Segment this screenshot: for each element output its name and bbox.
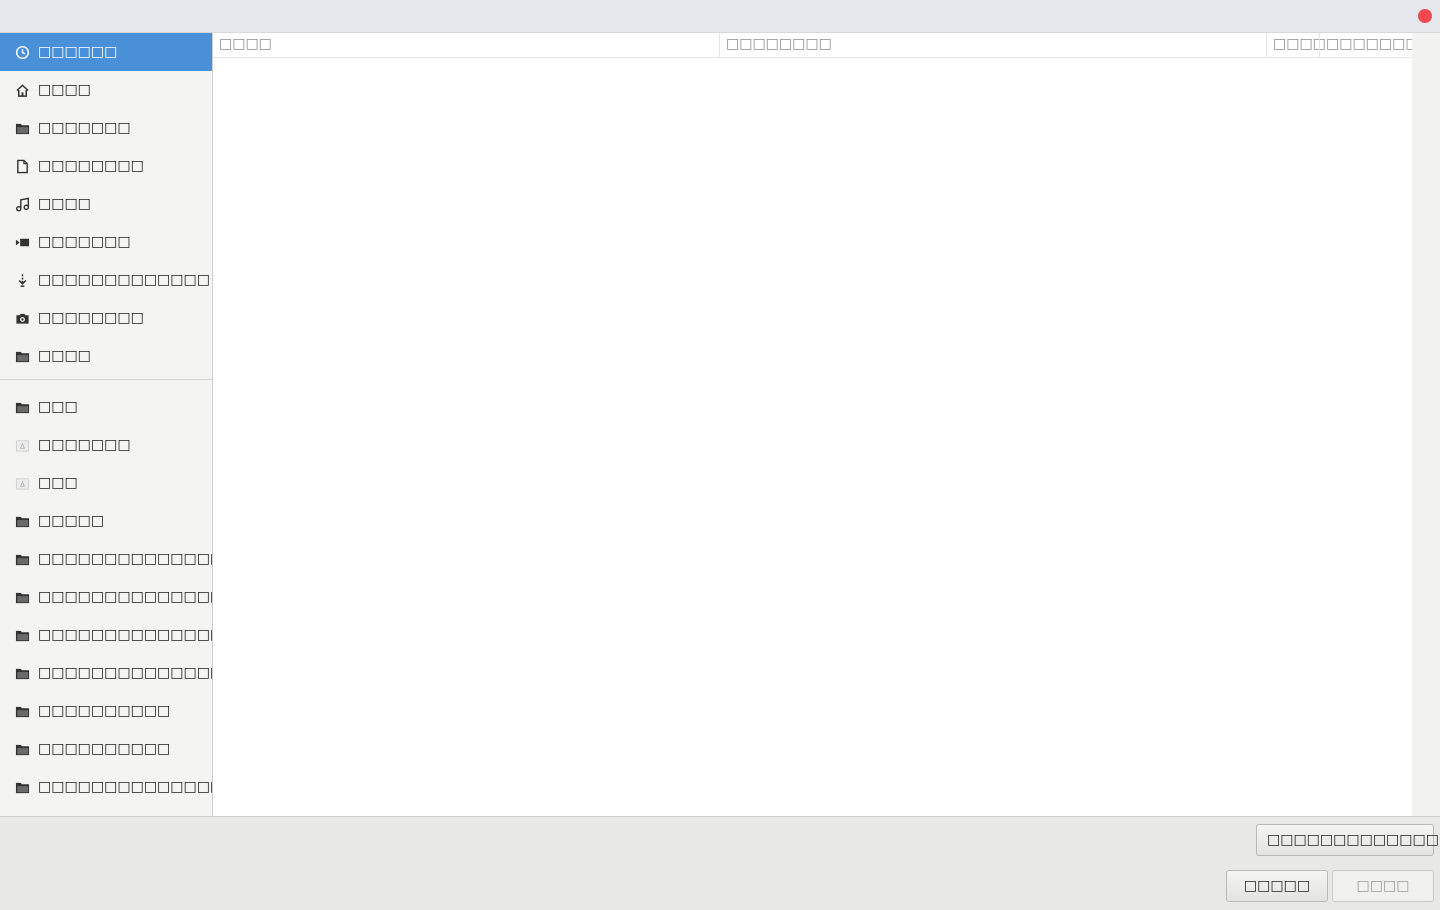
sidebar-item-label: □□□□: [38, 348, 91, 364]
close-icon[interactable]: [1418, 9, 1432, 23]
sidebar-bookmark-9[interactable]: □□□□□□□□□□: [0, 730, 212, 768]
folder-icon: [14, 627, 30, 643]
sidebar-item-label: □□□□□□□: [38, 120, 131, 136]
sidebar-item-label: □□□□□□□□□□: [38, 703, 171, 719]
sidebar-item-label: □□□□□□□□□□□□□□□: [38, 551, 212, 567]
sidebar-item-label: □□□□□□: [38, 44, 118, 60]
sidebar-item-label: □□□□□□□□: [38, 310, 144, 326]
folder-icon: [14, 513, 30, 529]
places-sidebar: □□□□□□ □□□□ □□□□□□□ □□□□□□□□ □□□□ □□□□□□□ □□□□…: [0, 33, 213, 816]
sidebar-place-6[interactable]: □□□□□□□□□□□□□: [0, 261, 212, 299]
file-type-filter-dropdown[interactable]: □□□□□□□□□□□□□□: [1256, 824, 1440, 856]
sidebar-bookmark-10[interactable]: □□□□□□□□□□□□□□□: [0, 768, 212, 806]
sidebar-separator: [0, 379, 212, 380]
sidebar-bookmark-2[interactable]: □□□: [0, 464, 212, 502]
vertical-scrollbar[interactable]: [1412, 33, 1440, 816]
folder-icon: [14, 741, 30, 757]
download-icon: [14, 272, 30, 288]
column-modified[interactable]: □□□□□□□□: [1319, 33, 1412, 57]
camera-icon: [14, 310, 30, 326]
sidebar-item-label: □□□□□□□□□□□□□□□: [38, 589, 212, 605]
sidebar-item-label: □□□□□□□□□□: [38, 741, 171, 757]
document-icon: [14, 158, 30, 174]
sidebar-place-2[interactable]: □□□□□□□: [0, 109, 212, 147]
sidebar-item-label: □□□□□□□□□□□□□□□: [38, 627, 212, 643]
sidebar-bookmark-0[interactable]: □□□: [0, 388, 212, 426]
music-icon: [14, 196, 30, 212]
drive-icon: [14, 475, 30, 491]
bookmarks-list: □□□ □□□□□□□ □□□ □□□□□ □□□□□□□□□□□□□ □□□□□□□□□…: [0, 388, 212, 806]
title-bar: [0, 0, 1440, 33]
sidebar-item-label: □□□□□□□□□□□□□□□: [38, 779, 212, 795]
column-size[interactable]: □□□□: [1266, 33, 1326, 57]
sidebar-bookmark-3[interactable]: □□□□□: [0, 502, 212, 540]
sidebar-place-0[interactable]: □□□□□□: [0, 33, 212, 71]
drive-icon: [14, 437, 30, 453]
sidebar-bookmark-6[interactable]: □□□□□□□□□□□□□□□: [0, 616, 212, 654]
sidebar-item-label: □□□□: [38, 196, 91, 212]
sidebar-item-label: □□□□□: [38, 513, 105, 529]
sidebar-bookmark-7[interactable]: □□□□□□□□□□□□□□□: [0, 654, 212, 692]
sidebar-bookmark-1[interactable]: □□□□□□□: [0, 426, 212, 464]
video-icon: [14, 234, 30, 250]
sidebar-place-8[interactable]: □□□□: [0, 337, 212, 375]
sidebar-place-3[interactable]: □□□□□□□□: [0, 147, 212, 185]
cancel-button[interactable]: □□□□□: [1226, 870, 1328, 902]
file-list-view[interactable]: □□□□ □□□□□□□□ □□□□ □□□□□□□□: [213, 33, 1412, 816]
sidebar-bookmark-4[interactable]: □□□□□□□□□□□□□□□: [0, 540, 212, 578]
folder-icon: [14, 399, 30, 415]
sidebar-item-label: □□□□□□□□□□□□□□□: [38, 665, 212, 681]
column-name[interactable]: □□□□: [213, 33, 719, 57]
sidebar-item-label: □□□: [38, 475, 78, 491]
home-icon: [14, 82, 30, 98]
sidebar-item-label: □□□□□□□: [38, 437, 131, 453]
column-location[interactable]: □□□□□□□□: [719, 33, 1266, 57]
folder-icon: [14, 665, 30, 681]
folder-icon: [14, 120, 30, 136]
sidebar-item-label: □□□□□□□: [38, 234, 131, 250]
sidebar-bookmark-8[interactable]: □□□□□□□□□□: [0, 692, 212, 730]
folder-icon: [14, 703, 30, 719]
sidebar-item-label: □□□□: [38, 82, 91, 98]
dialog-footer: □□□□□□□□□□□□□□ □□□□□ □□□□: [0, 816, 1440, 910]
folder-icon: [14, 589, 30, 605]
folder-icon: [14, 551, 30, 567]
sidebar-item-label: □□□: [38, 399, 78, 415]
places-list: □□□□□□ □□□□ □□□□□□□ □□□□□□□□ □□□□ □□□□□□□ □□□□…: [0, 33, 212, 375]
open-button[interactable]: □□□□: [1332, 870, 1434, 902]
sidebar-bookmark-5[interactable]: □□□□□□□□□□□□□□□: [0, 578, 212, 616]
sidebar-place-1[interactable]: □□□□: [0, 71, 212, 109]
column-header: □□□□ □□□□□□□□ □□□□ □□□□□□□□: [213, 33, 1412, 58]
folder-icon: [14, 348, 30, 364]
filter-label: □□□□□□□□□□□□□□: [1267, 832, 1440, 848]
sidebar-place-4[interactable]: □□□□: [0, 185, 212, 223]
folder-icon: [14, 779, 30, 795]
sidebar-item-label: □□□□□□□□□□□□□: [38, 272, 210, 288]
sidebar-place-5[interactable]: □□□□□□□: [0, 223, 212, 261]
recent-icon: [14, 44, 30, 60]
sidebar-place-7[interactable]: □□□□□□□□: [0, 299, 212, 337]
sidebar-item-label: □□□□□□□□: [38, 158, 144, 174]
